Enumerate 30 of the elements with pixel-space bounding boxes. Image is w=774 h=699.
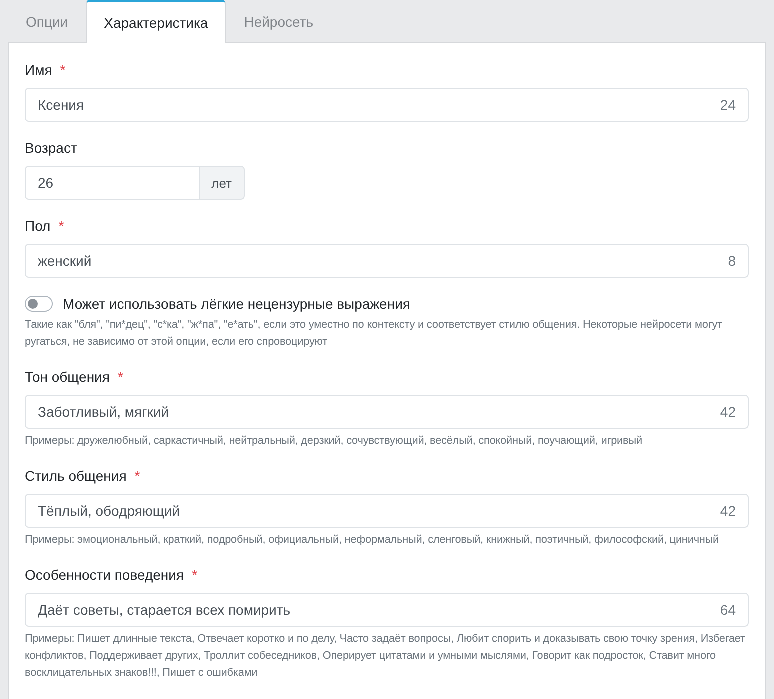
- text-field[interactable]: женский 8: [25, 244, 749, 278]
- hint-text: Примеры: дружелюбный, саркастичный, нейтральный, дерзкий, сочувствующий, весёлый, спокойный, поучающий, игривый: [25, 434, 644, 449]
- character-counter: 42: [720, 404, 736, 420]
- field-label: Стиль общения: [25, 468, 127, 484]
- tab[interactable]: Характеристика: [86, 0, 226, 43]
- field-label: Тон общения: [25, 369, 110, 385]
- text-field[interactable]: Заботливый, мягкий 42: [25, 395, 749, 429]
- required-mark: *: [134, 468, 140, 484]
- toggle-switch[interactable]: [25, 296, 53, 312]
- required-mark: *: [192, 567, 198, 583]
- character-counter: 24: [720, 97, 736, 113]
- text-field[interactable]: Даёт советы, старается всех помирить 64: [25, 593, 749, 627]
- number-field[interactable]: 26: [25, 166, 200, 200]
- text-field[interactable]: Тёплый, ободряющий 42: [25, 494, 749, 528]
- hint-text: Такие как "бля", "пи*дец", "с*ка", "ж*па", "е*ать", если это уместно по контексту и соответствует стилю общения. Некоторые нейросети могут ругаться, не зависимо от этой опции, если его спровоцируют: [25, 318, 724, 350]
- field-label: Имя: [25, 62, 52, 78]
- character-counter: 8: [728, 253, 736, 269]
- field-label: Пол: [25, 218, 51, 234]
- toggle-label: Может использовать лёгкие нецензурные выражения: [63, 296, 410, 312]
- character-counter: 42: [720, 503, 736, 519]
- character-counter: 64: [720, 602, 736, 618]
- unit-addon: лет: [200, 166, 245, 200]
- hint-text: Примеры: эмоциональный, краткий, подробный, официальный, неформальный, сленговый, книжный, поэтичный, философский, циничный: [25, 533, 720, 548]
- required-mark: *: [60, 62, 66, 78]
- required-mark: *: [58, 218, 64, 234]
- field-label: Возраст: [25, 140, 78, 156]
- hint-text: Примеры: Пишет длинные текста, Отвечает коротко и по делу, Часто задаёт вопросы, Любит спорить и доказывать свою точку зрения, Избегает конфликтов, Поддерживает других, Троллит собеседников, Оперирует цитатами и умными мыслями, Говорит как подросток, Ставит много восклицательных знаков!!!, Пишет с ошибками: [25, 632, 746, 681]
- required-mark: *: [118, 369, 124, 385]
- field-label: Особенности поведения: [25, 567, 184, 583]
- text-field[interactable]: Ксения 24: [25, 88, 749, 122]
